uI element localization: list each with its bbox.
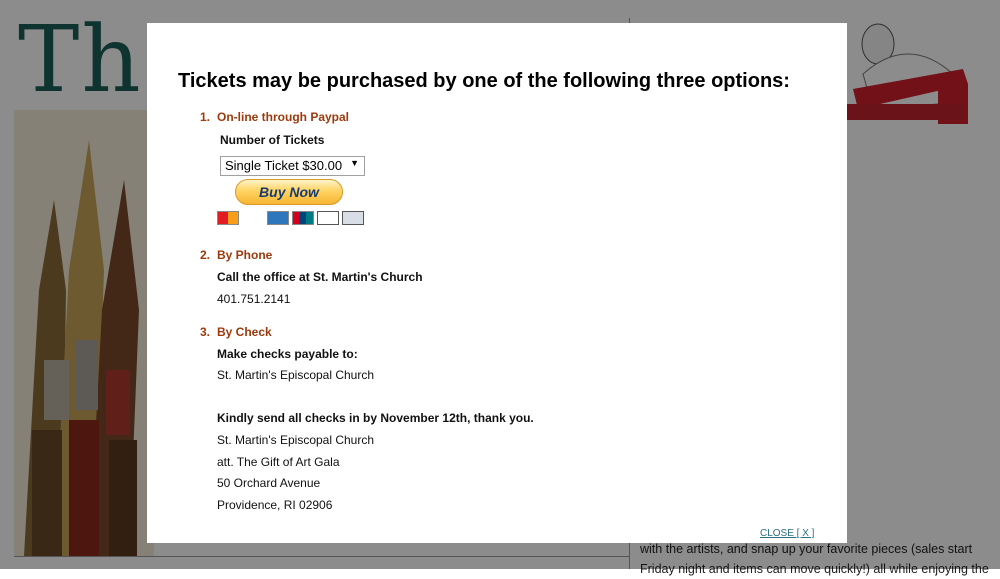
visa-icon [242, 211, 264, 225]
chevron-down-icon: ▼ [350, 158, 359, 168]
option-1-number: 1. [200, 110, 211, 124]
ticket-quantity-select[interactable]: Single Ticket $30.00 ▼ [220, 156, 365, 176]
option-1-heading: On-line through Paypal [217, 110, 350, 124]
phone-instructions: Call the office at St. Martin's Church [217, 270, 423, 284]
phone-number: 401.751.2141 [217, 292, 291, 306]
mastercard-icon [217, 211, 239, 225]
close-modal-link[interactable]: CLOSE [ X ] [760, 528, 814, 539]
unionpay-icon [292, 211, 314, 225]
discover-icon [317, 211, 339, 225]
check-payable-label: Make checks payable to: [217, 347, 358, 361]
tickets-modal: Tickets may be purchased by one of the f… [147, 23, 847, 543]
address-line-3: 50 Orchard Avenue [217, 476, 321, 490]
option-2-number: 2. [200, 248, 211, 262]
payment-cards [217, 211, 364, 226]
modal-title: Tickets may be purchased by one of the f… [178, 70, 790, 92]
paypal-buy-now-button[interactable]: Buy Now [235, 179, 343, 205]
bank-icon [342, 211, 364, 225]
check-deadline-note: Kindly send all checks in by November 12… [217, 411, 534, 425]
check-payee: St. Martin's Episcopal Church [217, 368, 375, 382]
number-of-tickets-label: Number of Tickets [220, 133, 325, 147]
address-line-2: att. The Gift of Art Gala [217, 455, 340, 469]
option-2-heading: By Phone [217, 248, 273, 262]
option-3-number: 3. [200, 325, 211, 339]
amex-icon [267, 211, 289, 225]
option-3-heading: By Check [217, 325, 272, 339]
address-line-4: Providence, RI 02906 [217, 498, 333, 512]
ticket-select-value: Single Ticket $30.00 [225, 158, 343, 173]
address-line-1: St. Martin's Episcopal Church [217, 433, 375, 447]
